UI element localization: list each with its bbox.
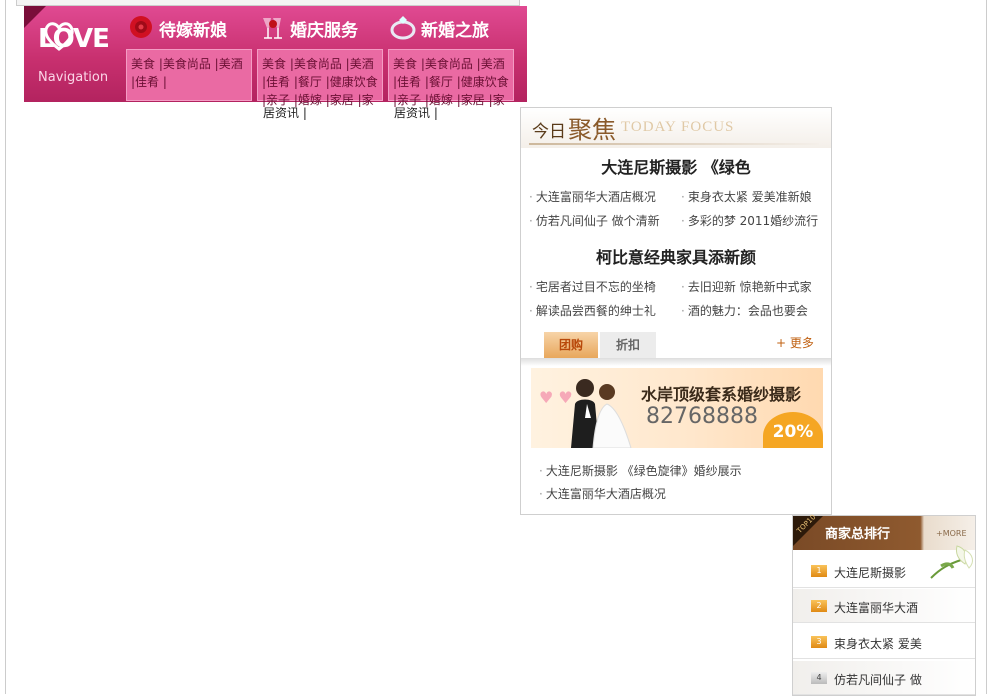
rank-merchant-name[interactable]: 大连尼斯摄影 xyxy=(834,564,906,581)
header-divider xyxy=(529,143,819,145)
nav-column-bride: 待嫁新娘 美食 |美食尚品 |美酒 |佳肴 | xyxy=(126,11,252,101)
nav-links-wedding-service[interactable]: 美食 |美食尚品 |美酒 |佳肴 |餐厅 |健康饮食 |亲子 |婚嫁 |家居 |… xyxy=(262,55,388,109)
focus-title-big: 聚焦 xyxy=(568,116,616,144)
nav-title-bride[interactable]: 待嫁新娘 xyxy=(159,16,227,41)
focus-title-small: 今日 xyxy=(532,122,566,142)
ring-icon xyxy=(390,16,416,40)
ad-phone: 82768888 xyxy=(646,404,758,429)
focus-headline[interactable]: 柯比意经典家具添新颜 xyxy=(521,244,831,268)
today-focus-panel: 今日 聚焦 TODAY FOCUS 大连尼斯摄影 《绿色 · 大连富丽华大酒店概况… xyxy=(520,107,832,515)
ad-title: 水岸顶级套系婚纱摄影 xyxy=(641,385,802,404)
news-item[interactable]: · 宅居者过目不忘的坐椅 xyxy=(529,278,656,295)
rank-merchant-name[interactable]: 大连富丽华大酒 xyxy=(834,599,918,616)
rank-number: 4 xyxy=(811,672,827,684)
tab-discount[interactable]: 折扣 xyxy=(600,332,656,358)
nav-title-wedding-service[interactable]: 婚庆服务 xyxy=(290,16,358,41)
ranking-item[interactable]: 4 仿若凡间仙子 做 xyxy=(793,661,975,695)
rank-number: 1 xyxy=(811,565,827,577)
bottom-link[interactable]: · 大连富丽华大酒店概况 xyxy=(539,485,666,502)
bottom-link[interactable]: · 大连尼斯摄影 《绿色旋律》婚纱展示 xyxy=(539,462,742,479)
nav-column-wedding-service: 婚庆服务 美食 |美食尚品 |美酒 |佳肴 |餐厅 |健康饮食 |亲子 |婚嫁 … xyxy=(257,11,383,107)
news-item[interactable]: · 去旧迎新 惊艳新中式家 xyxy=(681,278,812,295)
news-item[interactable]: · 束身衣太紧 爱美准新娘 xyxy=(681,188,812,205)
focus-headline[interactable]: 大连尼斯摄影 《绿色 xyxy=(521,154,831,178)
nav-column-honeymoon: 新婚之旅 美食 |美食尚品 |美酒 |佳肴 |餐厅 |健康饮食 |亲子 |婚嫁 … xyxy=(388,11,514,107)
rose-icon xyxy=(130,16,152,38)
love-navigation-logo[interactable]: LOVE Navigation xyxy=(32,12,122,96)
today-focus-header: 今日 聚焦 TODAY FOCUS xyxy=(521,108,831,148)
logo-text: LOVE xyxy=(38,24,110,54)
page-left-border xyxy=(5,0,6,694)
nav-overflow-link[interactable]: 居资讯 | xyxy=(263,104,307,121)
wedding-photo-ad-banner[interactable]: ♥ ♥ 水岸顶级套系婚纱摄影 82768888 20% xyxy=(531,368,823,448)
rank-number: 2 xyxy=(811,600,827,612)
merchant-ranking-panel: TOP10 商家总排行 +MORE 1 大连尼斯摄影 2 大连富丽华大酒 3 束… xyxy=(792,513,976,696)
logo-subtext: Navigation xyxy=(38,70,109,85)
nav-title-honeymoon[interactable]: 新婚之旅 xyxy=(421,16,489,41)
news-item[interactable]: · 解读品尝西餐的绅士礼 xyxy=(529,302,656,319)
discount-badge: 20% xyxy=(763,412,823,448)
page-right-border xyxy=(986,0,987,694)
ranking-item[interactable]: 3 束身衣太紧 爱美 xyxy=(793,625,975,659)
ranking-item[interactable]: 2 大连富丽华大酒 xyxy=(793,589,975,623)
news-item[interactable]: · 大连富丽华大酒店概况 xyxy=(529,188,656,205)
tab-group-buy[interactable]: 团购 xyxy=(544,332,598,358)
rank-merchant-name[interactable]: 仿若凡间仙子 做 xyxy=(834,671,922,688)
news-item[interactable]: · 多彩的梦 2011婚纱流行 xyxy=(681,212,818,229)
tabs-shadow xyxy=(521,358,831,366)
nav-links-bride[interactable]: 美食 |美食尚品 |美酒 |佳肴 | xyxy=(131,55,257,91)
nav-overflow-link[interactable]: 居资讯 | xyxy=(394,104,438,121)
ranking-more-link[interactable]: +MORE xyxy=(936,529,967,538)
rank-number: 3 xyxy=(811,636,827,648)
ranking-item[interactable]: 1 大连尼斯摄影 xyxy=(793,554,975,588)
ranking-title: 商家总排行 xyxy=(825,527,891,542)
news-item[interactable]: · 酒的魅力：会品也要会 xyxy=(681,302,808,319)
more-link[interactable]: + 更多 xyxy=(776,334,814,351)
news-item[interactable]: · 仿若凡间仙子 做个清新 xyxy=(529,212,660,229)
rank-merchant-name[interactable]: 束身衣太紧 爱美 xyxy=(834,635,922,652)
love-navigation-banner: LOVE Navigation 待嫁新娘 美食 |美食尚品 |美酒 |佳肴 | … xyxy=(24,6,527,107)
focus-title-en: TODAY FOCUS xyxy=(621,119,735,135)
nav-links-honeymoon[interactable]: 美食 |美食尚品 |美酒 |佳肴 |餐厅 |健康饮食 |亲子 |婚嫁 |家居 |… xyxy=(393,55,519,109)
wine-glass-icon xyxy=(263,18,282,39)
couple-photo-image xyxy=(571,379,632,448)
